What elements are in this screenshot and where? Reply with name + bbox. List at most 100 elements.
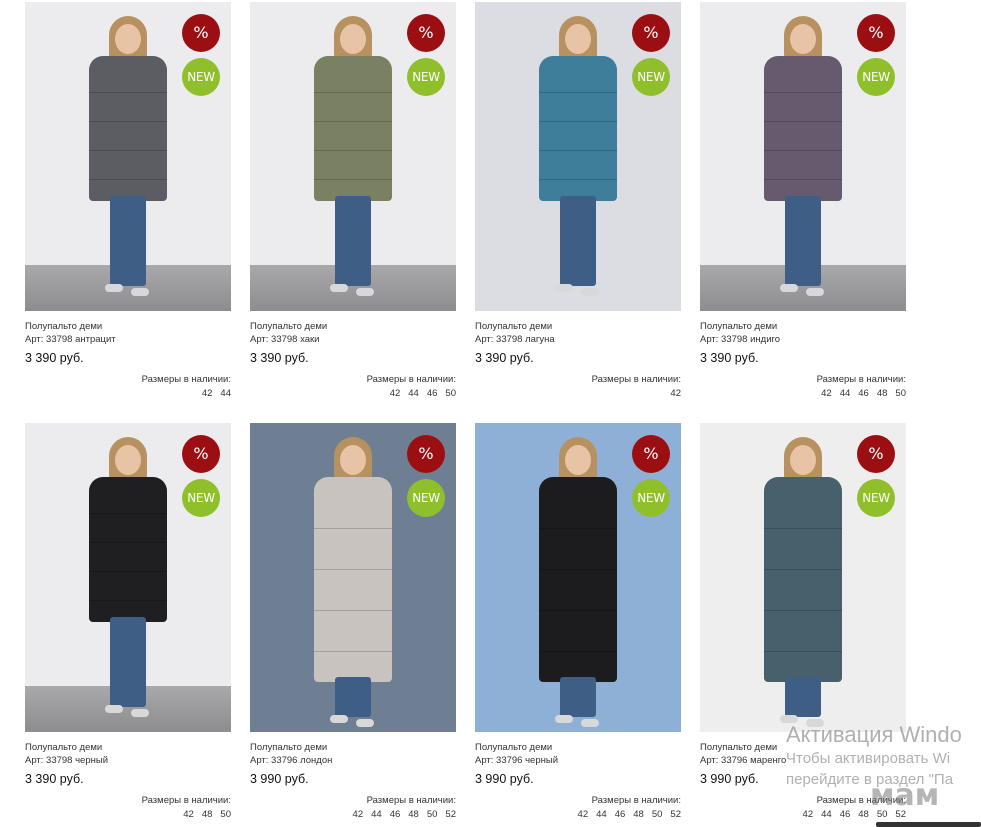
size-option[interactable]: 42 <box>353 808 364 822</box>
model-shoe <box>131 709 149 717</box>
model-figure <box>308 437 398 727</box>
size-option[interactable]: 42 <box>390 387 401 401</box>
model-head <box>115 24 141 54</box>
sizes-available-label: Размеры в наличии: <box>591 374 681 385</box>
size-option[interactable]: 42 <box>183 808 194 822</box>
sale-badge: % <box>182 14 220 52</box>
coat-quilting <box>314 92 392 94</box>
size-option[interactable]: 46 <box>615 808 626 822</box>
model-head <box>565 445 591 475</box>
coat-quilting <box>89 179 167 181</box>
sale-badge: % <box>182 435 220 473</box>
coat-quilting <box>89 600 167 602</box>
new-badge: NEW <box>407 58 445 96</box>
product-name[interactable]: Полупальто деми <box>700 320 906 333</box>
coat-shape <box>539 56 617 201</box>
product-name[interactable]: Полупальто деми <box>250 320 456 333</box>
size-option[interactable]: 42 <box>578 808 589 822</box>
size-option[interactable]: 52 <box>445 808 456 822</box>
size-option[interactable]: 50 <box>220 808 231 822</box>
product-photo[interactable]: % NEW <box>25 423 231 732</box>
product-name[interactable]: Полупальто деми <box>25 320 231 333</box>
coat-quilting <box>89 513 167 515</box>
coat-quilting <box>539 610 617 612</box>
product-card[interactable]: % NEW Полупальто деми Арт: 33798 хаки 3 … <box>250 2 456 401</box>
model-legs <box>335 196 371 286</box>
product-photo[interactable]: % NEW <box>475 423 681 732</box>
size-option[interactable]: 52 <box>670 808 681 822</box>
model-figure <box>308 16 398 306</box>
sale-badge: % <box>857 14 895 52</box>
model-legs <box>560 677 596 717</box>
sizes-available-label: Размеры в наличии: <box>816 374 906 385</box>
coat-quilting <box>539 179 617 181</box>
product-name[interactable]: Полупальто деми <box>475 320 681 333</box>
size-option[interactable]: 48 <box>877 387 888 401</box>
model-shoe <box>581 288 599 296</box>
product-name[interactable]: Полупальто деми <box>25 741 231 754</box>
size-option[interactable]: 46 <box>840 808 851 822</box>
coat-quilting <box>539 92 617 94</box>
product-article: Арт: 33798 антрацит <box>25 334 116 345</box>
coat-quilting <box>314 569 392 571</box>
model-head <box>115 445 141 475</box>
size-option[interactable]: 50 <box>445 387 456 401</box>
model-shoe <box>330 284 348 292</box>
model-figure <box>533 16 623 306</box>
size-option[interactable]: 46 <box>390 808 401 822</box>
product-card[interactable]: % NEW Полупальто деми Арт: 33798 черный … <box>25 423 231 822</box>
new-badge: NEW <box>182 479 220 517</box>
size-option[interactable]: 42 <box>803 808 814 822</box>
size-option[interactable]: 50 <box>652 808 663 822</box>
product-photo[interactable]: % NEW <box>700 423 906 732</box>
coat-shape <box>89 56 167 201</box>
size-option[interactable]: 48 <box>408 808 419 822</box>
coat-quilting <box>764 528 842 530</box>
model-legs <box>110 196 146 286</box>
size-option[interactable]: 44 <box>840 387 851 401</box>
product-price: 3 390 руб. <box>475 351 534 365</box>
product-article: Арт: 33798 черный <box>25 755 108 766</box>
model-shoe <box>330 715 348 723</box>
size-option[interactable]: 44 <box>408 387 419 401</box>
model-head <box>340 445 366 475</box>
coat-quilting <box>764 610 842 612</box>
size-option[interactable]: 44 <box>371 808 382 822</box>
product-name[interactable]: Полупальто деми <box>475 741 681 754</box>
size-option[interactable]: 42 <box>202 387 213 401</box>
scrollbar[interactable] <box>876 822 981 827</box>
size-option[interactable]: 50 <box>895 387 906 401</box>
sizes-list: 42 48 50 <box>25 808 231 822</box>
product-photo[interactable]: % NEW <box>25 2 231 311</box>
product-photo[interactable]: % NEW <box>700 2 906 311</box>
product-photo[interactable]: % NEW <box>250 423 456 732</box>
size-option[interactable]: 48 <box>202 808 213 822</box>
model-shoe <box>806 288 824 296</box>
model-shoe <box>131 288 149 296</box>
product-card[interactable]: % NEW Полупальто деми Арт: 33798 лагуна … <box>475 2 681 401</box>
size-option[interactable]: 46 <box>858 387 869 401</box>
size-option[interactable]: 42 <box>670 387 681 401</box>
product-card[interactable]: % NEW Полупальто деми Арт: 33796 черный … <box>475 423 681 822</box>
size-option[interactable]: 44 <box>821 808 832 822</box>
size-option[interactable]: 48 <box>858 808 869 822</box>
coat-quilting <box>764 179 842 181</box>
coat-quilting <box>314 528 392 530</box>
size-option[interactable]: 48 <box>633 808 644 822</box>
product-card[interactable]: % NEW Полупальто деми Арт: 33798 антраци… <box>25 2 231 401</box>
size-option[interactable]: 44 <box>596 808 607 822</box>
product-name[interactable]: Полупальто деми <box>250 741 456 754</box>
model-figure <box>758 437 848 727</box>
product-photo[interactable]: % NEW <box>475 2 681 311</box>
model-figure <box>533 437 623 727</box>
product-card[interactable]: % NEW Полупальто деми Арт: 33798 индиго … <box>700 2 906 401</box>
size-option[interactable]: 42 <box>821 387 832 401</box>
size-option[interactable]: 50 <box>427 808 438 822</box>
size-option[interactable]: 46 <box>427 387 438 401</box>
product-card[interactable]: % NEW Полупальто деми Арт: 33796 лондон … <box>250 423 456 822</box>
product-photo[interactable]: % NEW <box>250 2 456 311</box>
size-option[interactable]: 44 <box>220 387 231 401</box>
model-shoe <box>105 284 123 292</box>
model-shoe <box>555 715 573 723</box>
coat-shape <box>314 56 392 201</box>
